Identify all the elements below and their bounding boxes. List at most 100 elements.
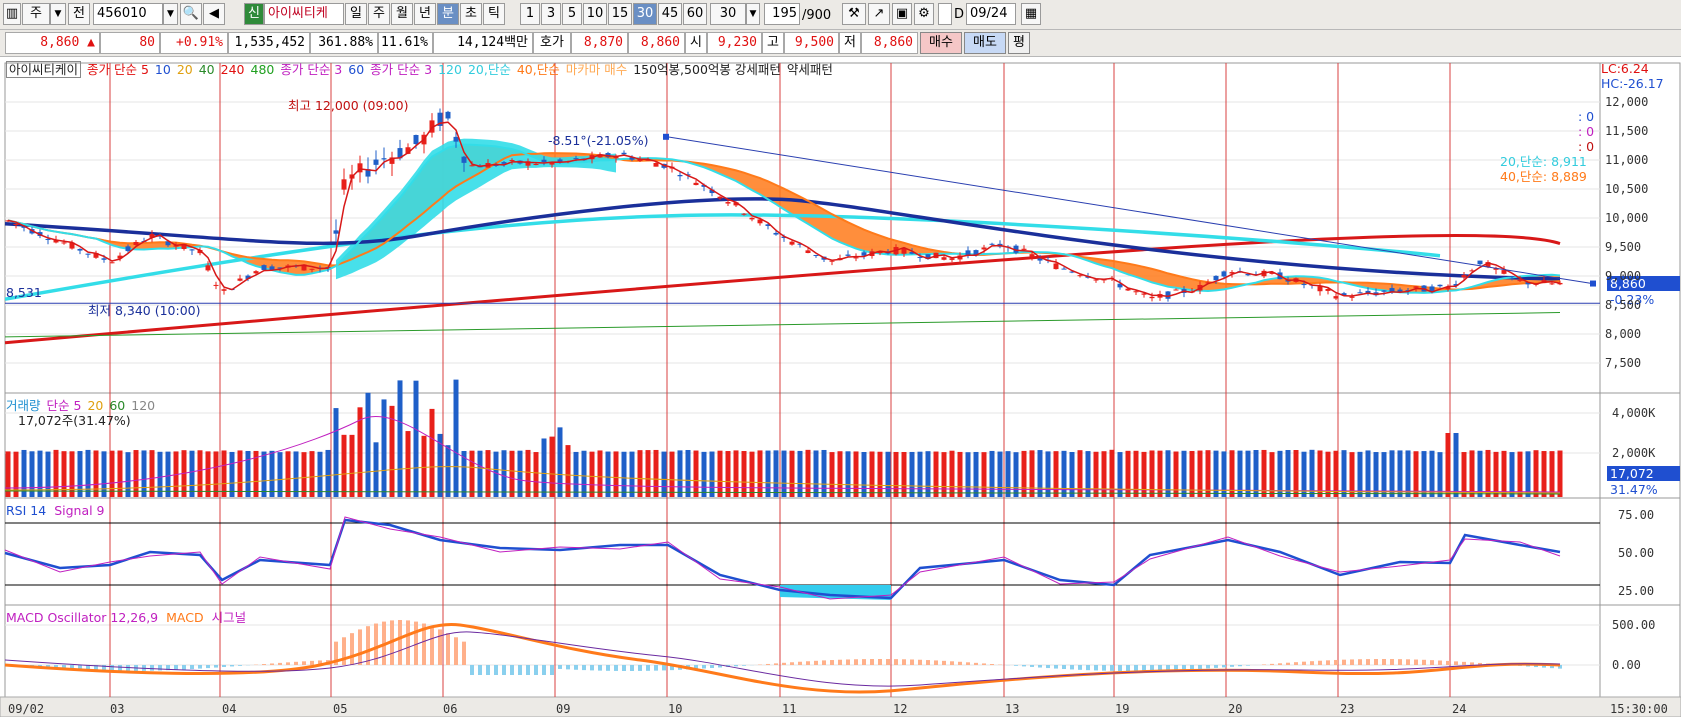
candle-body [77,248,83,251]
candle-body [677,175,683,177]
trendline-icon[interactable]: ↗ [868,3,890,25]
date-checkbox[interactable] [938,3,952,25]
indicator-icon[interactable]: ⚒ [842,3,866,25]
period-btn-2[interactable]: 월 [391,3,413,25]
period-btn-6[interactable]: 틱 [483,3,505,25]
macd-osc-bar [430,626,434,665]
rsi-y-tick: 50.00 [1618,546,1655,560]
macd-osc-bar [1422,659,1426,665]
candle-body [1133,291,1139,293]
period-btn-0[interactable]: 일 [345,3,367,25]
price-legend-item: 마카마 매수 [565,62,628,77]
volume-bar [277,452,283,497]
volume-bar [381,399,387,497]
macd-osc-bar [310,660,314,665]
volume-ratio: 361.88% [310,32,378,54]
volume-bar [621,451,627,497]
position-button[interactable]: 평 [1008,32,1030,54]
interval-btn-30[interactable]: 30 [633,3,657,25]
volume-bar [797,450,803,497]
volume-bar [93,450,99,497]
volume-bar [317,451,323,497]
interval-btn-1[interactable]: 1 [520,3,540,25]
volume-bar [973,451,979,497]
save-icon[interactable]: ▣ [892,3,912,25]
count-input[interactable]: 195 [764,3,800,25]
interval-select[interactable]: 30 [710,3,746,25]
macd-osc-bar [1094,665,1098,671]
change-percent: +0.91% [160,32,228,54]
volume-bar [1013,452,1019,497]
candle-body [1317,286,1323,292]
stock-name-field[interactable]: 아이씨티케 [264,3,344,25]
volume-bar [365,392,371,497]
candle-body [773,232,779,235]
candle-body [1549,283,1555,285]
speaker-icon[interactable]: ◀ [203,3,225,25]
interval-btn-10[interactable]: 10 [583,3,607,25]
period-btn-3[interactable]: 년 [414,3,436,25]
volume-bar [965,452,971,497]
macd-osc-bar [1054,665,1058,669]
candle-body [853,257,859,259]
macd-osc-bar [302,661,306,665]
up-arrow-icon: ▲ [87,35,95,50]
price-legend-item: 아이씨티케이 [6,61,82,78]
period-type-select[interactable]: 주 [22,3,50,25]
macd-osc-bar [1198,665,1202,669]
candle-body [453,136,459,142]
interval-btn-15[interactable]: 15 [608,3,632,25]
volume-bar [1285,450,1291,497]
volume-legend-item: 거래량 [6,398,41,413]
chevron-down-icon[interactable]: ▼ [163,3,178,25]
date-input[interactable]: 09/24 [966,3,1016,25]
interval-btn-5[interactable]: 5 [562,3,582,25]
volume-bar [501,450,507,497]
macd-osc-bar [910,659,914,665]
x-axis-label: 09/02 [8,702,45,716]
volume-y-tick: 4,000K [1612,406,1656,420]
candle-body [333,230,339,234]
layout-icon[interactable]: ▥ [3,3,21,25]
macd-osc-bar [478,665,482,675]
chevron-down-icon[interactable]: ▼ [50,3,66,25]
volume-bar [957,451,963,497]
candle-body [845,254,851,256]
macd-osc-bar [902,659,906,665]
search-icon[interactable]: 🔍 [180,3,202,25]
macd-osc-bar [1438,660,1442,665]
sell-button[interactable]: 매도 [964,32,1006,54]
macd-osc-bar [230,665,234,667]
candle-body [13,223,19,225]
price-legend-item: 60 [348,62,365,77]
zero-value-2: : 0 [1578,124,1595,139]
interval-btn-45[interactable]: 45 [658,3,682,25]
period-btn-1[interactable]: 주 [368,3,390,25]
price-y-tick: 10,000 [1605,211,1649,225]
candle-body [1173,289,1179,291]
volume-bar [1389,450,1395,497]
candle-body [133,241,139,245]
interval-btn-3[interactable]: 3 [541,3,561,25]
candle-body [653,162,659,167]
chevron-down-icon[interactable]: ▼ [746,3,760,25]
volume-bar [109,450,115,497]
candle-body [461,156,467,163]
period-btn-5[interactable]: 초 [460,3,482,25]
volume-value: 1,535,452 [228,32,310,54]
x-axis-label: 05 [333,702,348,716]
stock-code-input[interactable]: 456010 [93,3,163,25]
calendar-icon[interactable]: ▦ [1021,3,1041,25]
volume-bar [77,451,83,497]
macd-osc-bar [294,661,298,665]
interval-btn-60[interactable]: 60 [683,3,707,25]
volume-bar [581,450,587,497]
buy-button[interactable]: 매수 [920,32,962,54]
macd-osc-bar [894,659,898,665]
gear-icon[interactable]: ⚙ [914,3,934,25]
volume-legend-item: 120 [131,398,156,413]
price-legend: 아이씨티케이 종가 단순 5 10 20 40 240 480 종가 단순 3 60 종가 단순 … [6,61,839,78]
prev-button[interactable]: 전 [68,3,90,25]
period-btn-4[interactable]: 분 [437,3,459,25]
volume-bar [397,380,403,497]
